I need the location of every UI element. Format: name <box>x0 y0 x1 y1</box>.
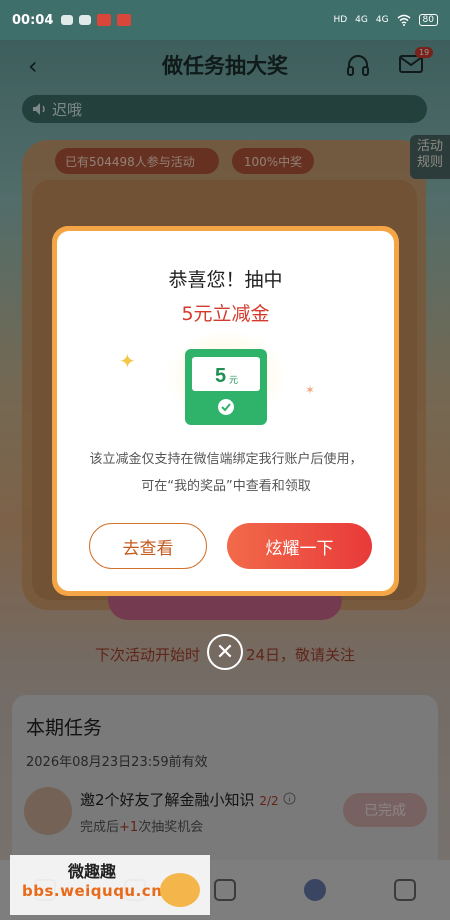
sparkle-small-icon: ✶ <box>305 383 316 397</box>
app-notification-icon <box>61 15 74 25</box>
modal-description: 该立减金仅支持在微信端绑定我行账户后使用， 可在“我的奖品”中查看和领取 <box>71 446 381 500</box>
coupon-amount: 5 <box>215 365 226 387</box>
modal-prize: 5元立减金 <box>181 303 270 325</box>
calendar-notification-icon <box>117 14 132 26</box>
view-prize-button[interactable]: 去查看 <box>89 523 207 569</box>
hd-label: HD <box>333 15 348 25</box>
watermark-line2: bbs.weiququ.cn <box>22 882 163 900</box>
modal-desc-line1: 该立减金仅支持在微信端绑定我行账户后使用， <box>89 452 363 467</box>
chat-notification-icon <box>79 15 92 25</box>
watermark-mascot-icon <box>160 873 200 907</box>
share-button[interactable]: 炫耀一下 <box>227 523 372 569</box>
app-red-notification-icon <box>97 14 112 26</box>
watermark-line1: 微趣趣 <box>68 862 117 881</box>
prize-modal: 恭喜您！抽中 5元立减金 ✦ ✶ 5 元 该立减金仅支持在微信端绑定我行账户后使… <box>52 226 399 596</box>
signal-label-2: 4G <box>375 15 389 25</box>
status-notification-icons <box>61 14 132 26</box>
modal-desc-line2: 可在“我的奖品”中查看和领取 <box>141 479 311 494</box>
wifi-icon <box>397 14 411 26</box>
prize-modal-card: 恭喜您！抽中 5元立减金 ✦ ✶ 5 元 该立减金仅支持在微信端绑定我行账户后使… <box>57 231 394 591</box>
modal-title: 恭喜您！抽中 <box>168 269 283 291</box>
watermark: 微趣趣 bbs.weiququ.cn <box>10 855 210 915</box>
coupon-icon: 5 元 <box>185 349 267 425</box>
battery-indicator: 80 <box>418 14 438 26</box>
status-bar: 00:04 HD 4G 4G 80 <box>0 0 450 40</box>
close-modal-icon[interactable]: ✕ <box>207 634 243 670</box>
sparkle-icon: ✦ <box>119 349 136 373</box>
coupon-unit: 元 <box>229 375 238 385</box>
signal-label-1: 4G <box>355 15 368 25</box>
status-time: 00:04 <box>12 12 54 28</box>
